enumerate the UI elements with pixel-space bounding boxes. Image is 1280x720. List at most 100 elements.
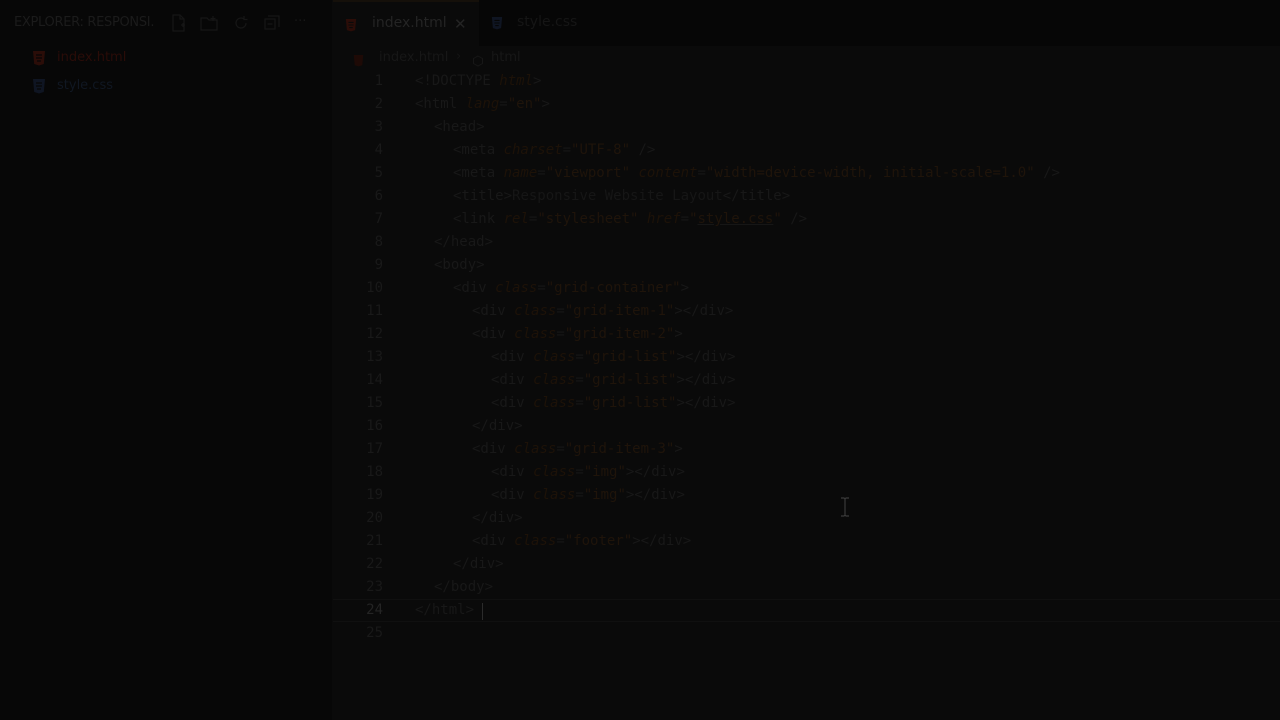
- code-line[interactable]: 23 </body>: [333, 576, 1280, 599]
- code-text: <div class="footer"></div>: [472, 533, 692, 549]
- css-file-icon: [32, 78, 46, 94]
- code-area[interactable]: 1 <!DOCTYPE html> 2 <html lang="en"> 3 <hea…: [333, 70, 1280, 720]
- line-number: 14: [366, 372, 383, 388]
- html-file-icon: [32, 50, 46, 66]
- code-text: <div class="grid-list"></div>: [491, 349, 736, 365]
- code-line[interactable]: 12 <div class="grid-item-2">: [333, 323, 1280, 346]
- new-folder-icon[interactable]: [199, 13, 219, 33]
- code-text: <meta charset="UTF-8" />: [453, 142, 656, 158]
- code-text: </div>: [472, 510, 523, 526]
- ibeam-cursor-icon: [840, 497, 850, 517]
- file-item-index-html[interactable]: index.html: [0, 46, 332, 70]
- line-number: 2: [374, 96, 383, 112]
- code-line[interactable]: 18 <div class="img"></div>: [333, 461, 1280, 484]
- breadcrumb-separator: ›: [456, 49, 462, 64]
- line-number: 7: [374, 211, 383, 227]
- code-text: <body>: [434, 257, 485, 273]
- line-number: 23: [366, 579, 383, 595]
- code-text: <div class="grid-item-1"></div>: [472, 303, 734, 319]
- code-text: </body>: [434, 579, 494, 595]
- code-line[interactable]: 10 <div class="grid-container">: [333, 277, 1280, 300]
- line-number: 6: [374, 188, 383, 204]
- line-number: 19: [366, 487, 383, 503]
- code-text: </div>: [472, 418, 523, 434]
- line-number: 9: [374, 257, 383, 273]
- code-text: <html lang="en">: [415, 96, 550, 112]
- code-line-current[interactable]: 24 </html>: [333, 599, 1280, 622]
- breadcrumb-file[interactable]: index.html: [379, 50, 448, 65]
- code-line[interactable]: 9 <body>: [333, 254, 1280, 277]
- code-line[interactable]: 21 <div class="footer"></div>: [333, 530, 1280, 553]
- line-number: 21: [366, 533, 383, 549]
- breadcrumb-element[interactable]: html: [491, 50, 521, 65]
- code-text: <div class="grid-item-3">: [472, 441, 683, 457]
- line-number: 3: [374, 119, 383, 135]
- code-line[interactable]: 3 <head>: [333, 116, 1280, 139]
- more-icon[interactable]: ···: [294, 13, 314, 33]
- editor-window: EXPLORER: RESPONSI... ··· index.html sty…: [0, 0, 1280, 720]
- code-line[interactable]: 19 <div class="img"></div>: [333, 484, 1280, 507]
- line-number: 1: [374, 73, 383, 89]
- code-text: <div class="img"></div>: [491, 487, 685, 503]
- line-number: 5: [374, 165, 383, 181]
- line-number: 15: [366, 395, 383, 411]
- code-text: <head>: [434, 119, 485, 135]
- code-line[interactable]: 2 <html lang="en">: [333, 93, 1280, 116]
- tab-style-css[interactable]: style.css: [479, 0, 589, 46]
- code-text: <!DOCTYPE html>: [415, 73, 542, 89]
- code-text: <div class="grid-container">: [453, 280, 690, 296]
- code-line[interactable]: 4 <meta charset="UTF-8" />: [333, 139, 1280, 162]
- stylesheet-link[interactable]: style.css: [698, 211, 774, 227]
- collapse-all-icon[interactable]: [262, 13, 282, 33]
- code-line[interactable]: 20 </div>: [333, 507, 1280, 530]
- tab-label: style.css: [517, 14, 578, 30]
- text-caret: [482, 603, 483, 620]
- code-editor: index.html ✕ style.css index.html › html…: [333, 0, 1280, 720]
- code-line[interactable]: 8 </head>: [333, 231, 1280, 254]
- code-text: <meta name="viewport" content="width=dev…: [453, 165, 1060, 181]
- code-line[interactable]: 14 <div class="grid-list"></div>: [333, 369, 1280, 392]
- breadcrumb: index.html › html: [333, 46, 1280, 70]
- code-text: <div class="grid-list"></div>: [491, 372, 736, 388]
- close-icon[interactable]: ✕: [454, 15, 467, 33]
- code-text: </html>: [415, 602, 475, 618]
- code-line[interactable]: 13 <div class="grid-list"></div>: [333, 346, 1280, 369]
- code-line[interactable]: 16 </div>: [333, 415, 1280, 438]
- code-line[interactable]: 1 <!DOCTYPE html>: [333, 70, 1280, 93]
- html-file-icon: [345, 17, 357, 32]
- code-line[interactable]: 17 <div class="grid-item-3">: [333, 438, 1280, 461]
- code-line[interactable]: 22 </div>: [333, 553, 1280, 576]
- explorer-header: EXPLORER: RESPONSI... ···: [0, 0, 332, 46]
- code-text: <div class="grid-list"></div>: [491, 395, 736, 411]
- code-line[interactable]: 15 <div class="grid-list"></div>: [333, 392, 1280, 415]
- line-number: 10: [366, 280, 383, 296]
- html-file-icon: [353, 52, 364, 67]
- code-line[interactable]: 7 <link rel="stylesheet" href="style.css"…: [333, 208, 1280, 231]
- tab-index-html[interactable]: index.html ✕: [333, 0, 479, 46]
- code-text: </div>: [453, 556, 504, 572]
- file-name: index.html: [57, 50, 127, 65]
- line-number: 8: [374, 234, 383, 250]
- element-icon: [472, 52, 484, 67]
- explorer-sidebar: EXPLORER: RESPONSI... ··· index.html sty…: [0, 0, 332, 720]
- explorer-title: EXPLORER: RESPONSI...: [14, 15, 154, 30]
- line-number: 17: [366, 441, 383, 457]
- line-number: 12: [366, 326, 383, 342]
- code-line[interactable]: 25: [333, 622, 1280, 645]
- code-line[interactable]: 11 <div class="grid-item-1"></div>: [333, 300, 1280, 323]
- line-number: 25: [366, 625, 383, 641]
- line-number: 16: [366, 418, 383, 434]
- new-file-icon[interactable]: [168, 13, 188, 33]
- line-number: 22: [366, 556, 383, 572]
- line-number: 18: [366, 464, 383, 480]
- line-number: 24: [366, 602, 383, 618]
- code-text: </head>: [434, 234, 494, 250]
- refresh-icon[interactable]: [231, 13, 251, 33]
- code-line[interactable]: 5 <meta name="viewport" content="width=de…: [333, 162, 1280, 185]
- code-line[interactable]: 6 <title>Responsive Website Layout</title…: [333, 185, 1280, 208]
- file-item-style-css[interactable]: style.css: [0, 74, 332, 98]
- tab-bar: index.html ✕ style.css: [333, 0, 1280, 46]
- code-text: <title>Responsive Website Layout</title>: [453, 188, 791, 204]
- line-number: 13: [366, 349, 383, 365]
- code-text: <div class="img"></div>: [491, 464, 685, 480]
